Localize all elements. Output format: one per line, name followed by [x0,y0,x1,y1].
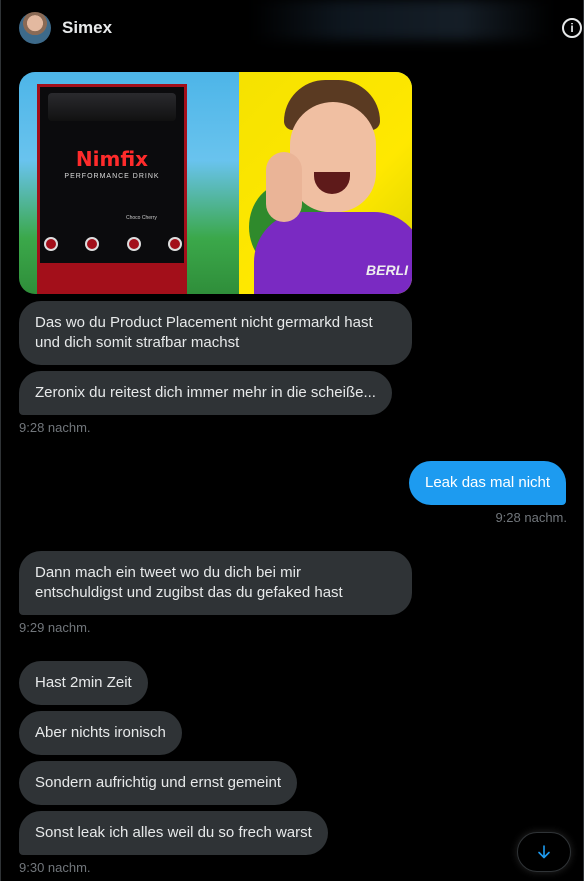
person-figure: BERLI [254,72,412,294]
message-timestamp: 9:28 nachm. [495,510,567,525]
message-text-line: Das wo du Product Placement nicht germar… [35,314,373,331]
message-timestamp: 9:30 nachm. [19,860,91,875]
avatar[interactable] [19,12,51,44]
message-text-line: entschuldigst und zugibst das du gefaked… [35,584,343,601]
message-text: Hast 2min Zeit [35,674,132,691]
coolness-icon [126,237,141,251]
focus-icon [44,237,58,251]
message-text: Leak das mal nicht [425,474,551,491]
message-timestamp: 9:29 nachm. [19,620,91,635]
message-text: Sondern aufrichtig und ernst gemeint [35,774,281,791]
message-bubble-incoming[interactable]: Sonst leak ich alles weil du so frech wa… [19,811,328,855]
info-icon[interactable]: i [562,18,582,38]
header-blur-background [251,0,551,40]
tub-lid [48,93,176,121]
energy-icon [85,237,100,251]
arrow-down-icon [538,845,550,859]
message-text-line: und dich somit strafbar machst [35,334,240,351]
message-text: Aber nichts ironisch [35,724,166,741]
message-bubble-incoming[interactable]: Aber nichts ironisch [19,711,182,755]
message-text: Sonst leak ich alles weil du so frech wa… [35,824,312,841]
product-feature-icons [44,237,182,251]
product-flavor: Choco Cherry [126,215,157,221]
message-timestamp: 9:28 nachm. [19,420,91,435]
message-bubble-outgoing[interactable]: Leak das mal nicht [409,461,567,505]
message-bubble-incoming[interactable]: Hast 2min Zeit [19,661,148,705]
endurance-icon [167,237,182,251]
shirt-print: BERLI [366,262,408,278]
tub-bottom-band [40,263,184,291]
message-text: Zeronix du reitest dich immer mehr in di… [35,384,376,401]
conversation-header: Simex i [1,0,584,56]
contact-name[interactable]: Simex [62,18,112,38]
person-face [290,102,376,212]
message-bubble-incoming[interactable]: Zeronix du reitest dich immer mehr in di… [19,371,392,415]
message-bubble-incoming[interactable]: Sondern aufrichtig und ernst gemeint [19,761,297,805]
scroll-to-bottom-button[interactable] [517,832,571,872]
message-bubble-incoming[interactable]: Das wo du Product Placement nicht germar… [19,301,412,365]
product-tub: Nimfix PERFORMANCE DRINK Choco Cherry [37,84,187,294]
person-hand [266,152,302,222]
message-text-line: Dann mach ein tweet wo du dich bei mir [35,564,301,581]
product-brand: Nimfix [75,147,149,171]
dm-conversation: Simex i Nimfix PERFORMANCE DRINK Choco C… [0,0,584,881]
image-attachment[interactable]: Nimfix PERFORMANCE DRINK Choco Cherry BE… [19,72,412,294]
message-bubble-incoming[interactable]: Dann mach ein tweet wo du dich bei mir e… [19,551,412,615]
person-shirt [254,212,412,294]
product-subtitle: PERFORMANCE DRINK [64,173,160,180]
